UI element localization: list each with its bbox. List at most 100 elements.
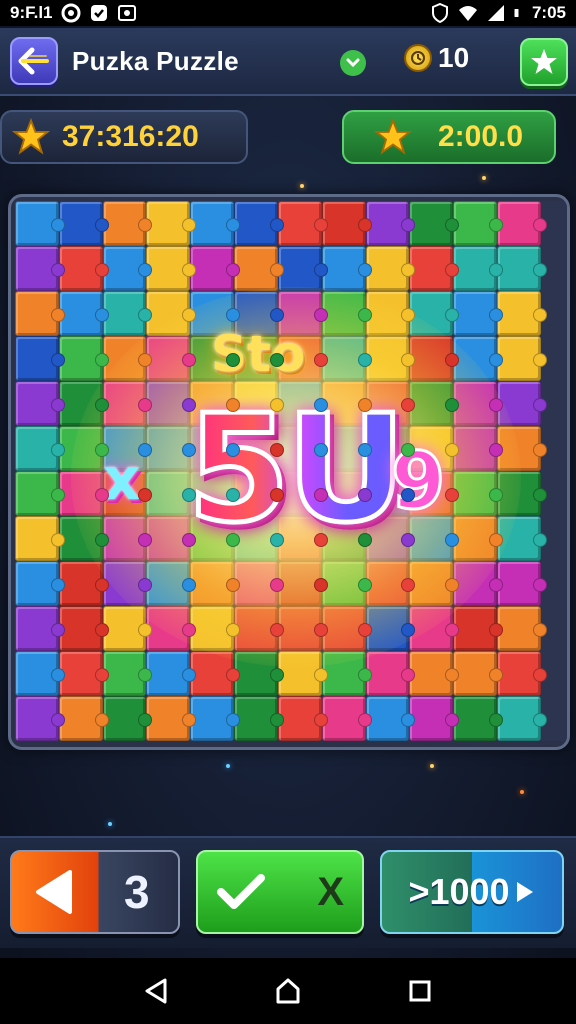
puzzle-piece[interactable] — [497, 381, 547, 426]
puzzle-piece[interactable] — [497, 471, 547, 516]
puzzle-piece[interactable] — [277, 606, 328, 651]
puzzle-piece[interactable] — [146, 336, 197, 381]
puzzle-piece[interactable] — [102, 651, 153, 696]
puzzle-piece[interactable] — [497, 696, 547, 741]
puzzle-piece[interactable] — [58, 291, 109, 336]
puzzle-piece[interactable] — [497, 516, 547, 561]
puzzle-piece[interactable] — [15, 516, 65, 561]
favorite-button[interactable] — [520, 38, 568, 86]
confirm-button[interactable]: X — [196, 850, 364, 934]
puzzle-piece[interactable] — [102, 381, 153, 426]
puzzle-piece[interactable] — [146, 471, 197, 516]
puzzle-piece[interactable] — [146, 606, 197, 651]
puzzle-piece[interactable] — [234, 561, 284, 606]
puzzle-piece[interactable] — [15, 651, 65, 696]
puzzle-piece[interactable] — [190, 246, 240, 291]
puzzle-piece[interactable] — [102, 201, 153, 246]
puzzle-piece[interactable] — [453, 381, 503, 426]
puzzle-piece[interactable] — [321, 336, 372, 381]
puzzle-piece[interactable] — [497, 291, 547, 336]
puzzle-piece[interactable] — [453, 336, 503, 381]
puzzle-piece[interactable] — [409, 201, 460, 246]
puzzle-piece[interactable] — [15, 201, 65, 246]
back-button[interactable] — [10, 37, 58, 85]
puzzle-piece[interactable] — [365, 651, 416, 696]
puzzle-piece[interactable] — [102, 516, 153, 561]
puzzle-piece[interactable] — [409, 336, 460, 381]
puzzle-piece[interactable] — [409, 696, 460, 741]
puzzle-piece[interactable] — [58, 336, 109, 381]
puzzle-piece[interactable] — [58, 471, 109, 516]
puzzle-piece[interactable] — [15, 246, 65, 291]
puzzle-piece[interactable] — [321, 201, 372, 246]
puzzle-piece[interactable] — [365, 336, 416, 381]
puzzle-piece[interactable] — [15, 291, 65, 336]
next-button[interactable]: >1000 — [380, 850, 564, 934]
puzzle-piece[interactable] — [453, 561, 503, 606]
puzzle-piece[interactable] — [497, 606, 547, 651]
puzzle-piece[interactable] — [409, 561, 460, 606]
puzzle-piece[interactable] — [234, 606, 284, 651]
puzzle-piece[interactable] — [321, 246, 372, 291]
puzzle-piece[interactable] — [146, 651, 197, 696]
puzzle-piece[interactable] — [321, 561, 372, 606]
puzzle-piece[interactable] — [409, 651, 460, 696]
puzzle-piece[interactable] — [409, 291, 460, 336]
puzzle-piece[interactable] — [365, 561, 416, 606]
previous-button[interactable]: 3 — [10, 850, 180, 934]
puzzle-piece[interactable] — [146, 291, 197, 336]
puzzle-piece[interactable] — [497, 246, 547, 291]
puzzle-piece[interactable] — [102, 336, 153, 381]
puzzle-piece[interactable] — [190, 696, 240, 741]
puzzle-piece[interactable] — [409, 606, 460, 651]
puzzle-piece[interactable] — [453, 291, 503, 336]
puzzle-piece[interactable] — [365, 201, 416, 246]
puzzle-piece[interactable] — [146, 561, 197, 606]
puzzle-piece[interactable] — [365, 696, 416, 741]
puzzle-piece[interactable] — [409, 246, 460, 291]
title-dropdown[interactable] — [340, 50, 366, 76]
puzzle-piece[interactable] — [58, 696, 109, 741]
puzzle-piece[interactable] — [234, 651, 284, 696]
puzzle-piece[interactable] — [497, 201, 547, 246]
puzzle-piece[interactable] — [234, 201, 284, 246]
puzzle-piece[interactable] — [58, 246, 109, 291]
puzzle-piece[interactable] — [15, 426, 65, 471]
puzzle-piece[interactable] — [58, 606, 109, 651]
puzzle-piece[interactable] — [146, 246, 197, 291]
puzzle-piece[interactable] — [146, 201, 197, 246]
puzzle-piece[interactable] — [321, 651, 372, 696]
puzzle-piece[interactable] — [15, 336, 65, 381]
puzzle-piece[interactable] — [102, 291, 153, 336]
puzzle-piece[interactable] — [277, 201, 328, 246]
puzzle-piece[interactable] — [146, 696, 197, 741]
puzzle-piece[interactable] — [497, 426, 547, 471]
puzzle-piece[interactable] — [58, 561, 109, 606]
puzzle-piece[interactable] — [321, 606, 372, 651]
puzzle-piece[interactable] — [453, 246, 503, 291]
nav-back-button[interactable] — [136, 971, 176, 1011]
puzzle-piece[interactable] — [321, 696, 372, 741]
puzzle-board[interactable]: Sto x 5U 9 — [8, 194, 570, 750]
puzzle-piece[interactable] — [321, 291, 372, 336]
puzzle-piece[interactable] — [58, 426, 109, 471]
puzzle-piece[interactable] — [146, 426, 197, 471]
puzzle-piece[interactable] — [497, 561, 547, 606]
puzzle-piece[interactable] — [453, 426, 503, 471]
puzzle-piece[interactable] — [409, 381, 460, 426]
puzzle-piece[interactable] — [277, 561, 328, 606]
puzzle-piece[interactable] — [15, 381, 65, 426]
puzzle-piece[interactable] — [102, 606, 153, 651]
puzzle-piece[interactable] — [453, 471, 503, 516]
puzzle-piece[interactable] — [453, 606, 503, 651]
puzzle-piece[interactable] — [277, 246, 328, 291]
puzzle-piece[interactable] — [58, 381, 109, 426]
puzzle-piece[interactable] — [58, 516, 109, 561]
puzzle-piece[interactable] — [453, 201, 503, 246]
puzzle-piece[interactable] — [190, 561, 240, 606]
puzzle-piece[interactable] — [15, 696, 65, 741]
puzzle-piece[interactable] — [58, 201, 109, 246]
puzzle-piece[interactable] — [102, 696, 153, 741]
puzzle-piece[interactable] — [277, 651, 328, 696]
puzzle-piece[interactable] — [190, 606, 240, 651]
